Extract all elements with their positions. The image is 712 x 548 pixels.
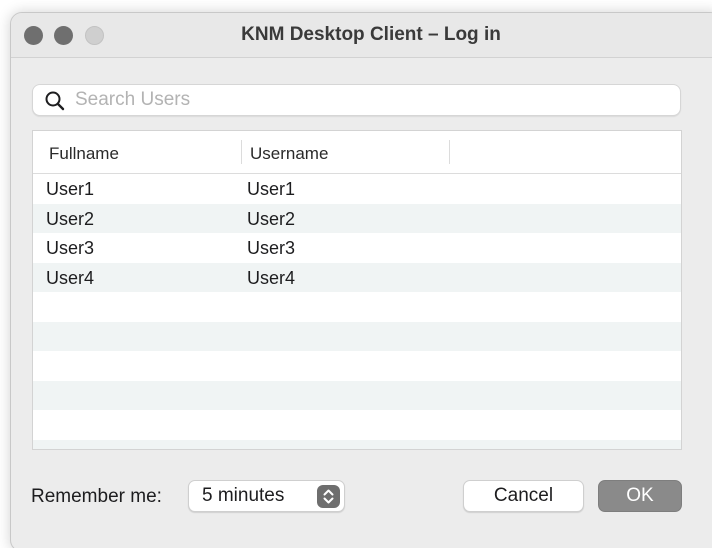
table-row[interactable]: User1 User1 [33, 174, 681, 204]
table-row[interactable]: User2 User2 [33, 203, 681, 233]
ok-button[interactable]: OK [598, 480, 682, 512]
table-row[interactable]: User3 User3 [33, 233, 681, 263]
table-body: User1 User1 User2 User2 User3 User3 User… [33, 174, 681, 449]
cell-username: User2 [247, 208, 296, 229]
window-title: KNM Desktop Client – Log in [241, 24, 501, 45]
remember-me-value: 5 minutes [202, 485, 285, 506]
title-bar[interactable]: KNM Desktop Client – Log in [11, 13, 712, 58]
empty-row [33, 439, 681, 449]
close-window-button[interactable] [24, 26, 43, 45]
search-field[interactable] [32, 84, 681, 116]
table-row[interactable]: User4 User4 [33, 262, 681, 292]
empty-row [33, 292, 681, 322]
search-input[interactable] [75, 87, 665, 113]
cell-fullname: User3 [46, 238, 95, 258]
table-header: Fullname Username [33, 131, 681, 174]
cell-fullname: User1 [46, 179, 95, 199]
remember-me-select[interactable]: 5 minutes [188, 480, 345, 512]
cell-fullname: User2 [46, 208, 95, 229]
users-table[interactable]: Fullname Username User1 User1 User2 User… [32, 130, 682, 450]
remember-me-label: Remember me: [31, 486, 162, 507]
empty-row [33, 380, 681, 410]
zoom-window-button[interactable] [85, 26, 104, 45]
minimize-window-button[interactable] [54, 26, 73, 45]
cancel-button[interactable]: Cancel [463, 480, 584, 512]
empty-row [33, 351, 681, 381]
cell-username: User3 [247, 238, 296, 258]
empty-row [33, 410, 681, 440]
column-divider[interactable] [241, 140, 242, 164]
search-icon [45, 91, 65, 111]
column-header-fullname[interactable]: Fullname [49, 144, 119, 164]
cell-username: User4 [247, 267, 296, 288]
cell-fullname: User4 [46, 267, 95, 288]
column-divider[interactable] [449, 140, 450, 164]
cell-username: User1 [247, 179, 296, 199]
column-header-username[interactable]: Username [250, 144, 328, 164]
empty-row [33, 321, 681, 351]
up-down-chevron-icon [317, 485, 340, 508]
